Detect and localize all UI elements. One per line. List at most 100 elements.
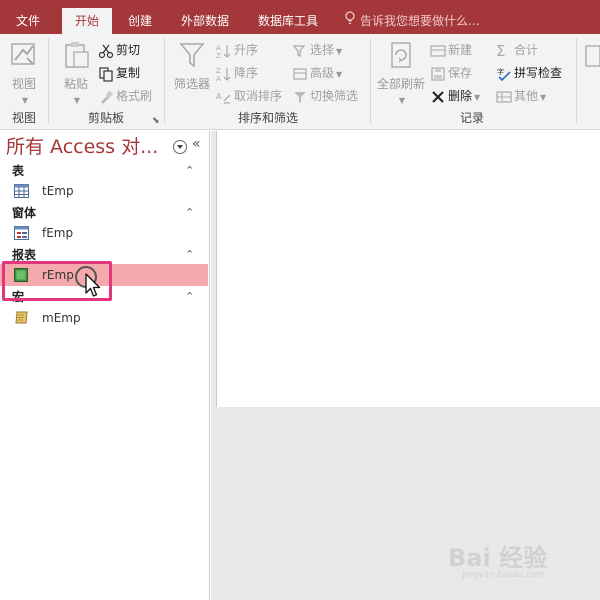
- svg-text:A: A: [216, 75, 221, 82]
- new-record-button[interactable]: 新建: [430, 40, 472, 60]
- sort-descending-icon: ZA: [216, 66, 232, 83]
- category-label: 宏: [12, 290, 25, 304]
- view-button[interactable]: 视图 ▼: [6, 40, 42, 106]
- save-record-button[interactable]: 保存: [430, 63, 472, 83]
- tab-home[interactable]: 开始: [62, 8, 112, 34]
- nav-item-remp[interactable]: rEmp: [0, 264, 208, 286]
- advanced-filter-icon: [292, 66, 308, 82]
- spelling-button[interactable]: 字 拼写检查: [496, 63, 562, 83]
- tab-database-tools[interactable]: 数据库工具: [248, 8, 328, 34]
- tell-me-search[interactable]: 告诉我您想要做什么...: [344, 8, 479, 34]
- advanced-filter-button[interactable]: 高级 ▼: [292, 63, 342, 83]
- chevron-up-icon: ⌃: [185, 206, 195, 219]
- group-label-view: 视图: [11, 111, 36, 125]
- nav-item-temp[interactable]: tEmp: [0, 180, 208, 202]
- nav-item-label: tEmp: [42, 184, 74, 198]
- clear-sort-label: 取消排序: [234, 89, 283, 103]
- refresh-icon: [391, 42, 411, 68]
- refresh-dropdown-icon: ▼: [398, 96, 406, 105]
- form-icon: [14, 226, 29, 240]
- spelling-check-icon: 字: [496, 66, 512, 82]
- sort-descending-button[interactable]: Z A 降序: [216, 63, 258, 83]
- navigation-pane: 所有 Access 对... « 表 ⌃ tEmp 窗体 ⌃ fEmp 报表 ⌃…: [0, 131, 210, 600]
- nav-pane-title[interactable]: 所有 Access 对...: [6, 135, 166, 159]
- category-label: 报表: [12, 248, 37, 262]
- watermark-main-text: Bai 经验: [448, 544, 548, 572]
- shutter-bar-collapse-icon[interactable]: «: [192, 136, 201, 152]
- selection-filter-label: 选择: [310, 43, 335, 57]
- tab-external-data[interactable]: 外部数据: [172, 8, 238, 34]
- cut-button[interactable]: 剪切: [98, 40, 140, 60]
- more-button[interactable]: 其他 ▼: [496, 86, 546, 106]
- format-painter-label: 格式刷: [116, 89, 153, 103]
- delete-dropdown-icon: ▼: [474, 93, 481, 102]
- more-label: 其他: [514, 89, 539, 103]
- delete-label: 删除: [448, 89, 473, 103]
- mouse-cursor-icon: [85, 273, 101, 297]
- toggle-filter-button[interactable]: 切换筛选: [292, 86, 358, 106]
- selection-dropdown-icon: ▼: [336, 47, 343, 56]
- spelling-label: 拼写检查: [514, 66, 563, 80]
- paste-label: 粘贴: [63, 77, 88, 91]
- clipboard-launcher-icon[interactable]: ⬊: [152, 116, 160, 126]
- advanced-filter-label: 高级: [310, 66, 335, 80]
- macro-scroll-icon: [15, 311, 28, 324]
- tab-file[interactable]: 文件: [6, 8, 50, 34]
- tab-create[interactable]: 创建: [118, 8, 162, 34]
- clear-sort-button[interactable]: A 取消排序: [216, 86, 282, 106]
- category-label: 表: [12, 164, 25, 178]
- paintbrush-icon: [98, 89, 114, 105]
- more-dropdown-icon: ▼: [540, 93, 547, 102]
- sort-descending-label: 降序: [234, 66, 259, 80]
- scissors-icon: [98, 43, 114, 59]
- format-painter-button[interactable]: 格式刷: [98, 86, 152, 106]
- binoculars-icon: [585, 45, 600, 67]
- report-icon: [14, 268, 28, 282]
- cut-label: 剪切: [116, 43, 141, 57]
- nav-category-forms[interactable]: 窗体 ⌃: [0, 203, 208, 223]
- group-separator: [48, 38, 49, 124]
- refresh-all-label: 全部刷新: [376, 77, 425, 91]
- group-separator: [164, 38, 165, 124]
- nav-category-tables[interactable]: 表 ⌃: [0, 161, 208, 181]
- filter-button[interactable]: 筛选器: [170, 40, 214, 92]
- svg-text:A: A: [216, 92, 222, 101]
- group-label-records: 记录: [459, 111, 484, 125]
- find-button-partial[interactable]: [582, 44, 600, 73]
- table-icon: [14, 184, 29, 198]
- nav-pane-menu-icon[interactable]: [173, 140, 187, 154]
- copy-button[interactable]: 复制: [98, 63, 140, 83]
- group-separator: [576, 38, 577, 124]
- svg-text:Z: Z: [216, 52, 221, 59]
- nav-item-femp[interactable]: fEmp: [0, 222, 208, 244]
- nav-item-label: rEmp: [42, 268, 74, 282]
- baidu-watermark: Bai 经验 jingyan.baidu.com: [448, 530, 578, 590]
- totals-label: 合计: [514, 43, 539, 57]
- nav-item-label: fEmp: [42, 226, 74, 240]
- new-record-icon: [430, 43, 446, 59]
- lightbulb-icon: [344, 9, 356, 35]
- group-separator: [370, 38, 371, 124]
- refresh-all-button[interactable]: 全部刷新 ▼: [374, 40, 428, 106]
- nav-item-memp[interactable]: mEmp: [0, 307, 208, 329]
- more-grid-icon: [496, 89, 512, 105]
- nav-category-reports[interactable]: 报表 ⌃: [0, 245, 208, 265]
- copy-icon: [98, 66, 114, 82]
- ribbon-home: 视图 ▼ 视图 粘贴 ▼ 剪切 复制 格式刷 剪贴板 ⬊ 筛选器 A Z 升序 ZA…: [0, 34, 600, 130]
- view-label: 视图: [11, 77, 36, 91]
- selection-filter-button[interactable]: 选择 ▼: [292, 40, 342, 60]
- copy-label: 复制: [116, 66, 141, 80]
- sort-ascending-button[interactable]: A Z 升序: [216, 40, 258, 60]
- paste-button[interactable]: 粘贴 ▼: [56, 40, 96, 106]
- tell-me-text: 告诉我您想要做什么...: [360, 14, 480, 28]
- svg-text:Z: Z: [216, 67, 221, 75]
- nav-category-macros[interactable]: 宏 ⌃: [0, 287, 208, 307]
- sigma-icon: Σ: [496, 41, 506, 60]
- toggle-filter-label: 切换筛选: [310, 89, 359, 103]
- save-icon: [430, 66, 446, 82]
- toggle-filter-icon: [292, 89, 308, 105]
- selection-filter-icon: [292, 43, 308, 59]
- delete-record-button[interactable]: 删除 ▼: [430, 86, 480, 106]
- document-canvas: [216, 131, 600, 407]
- totals-button[interactable]: Σ 合计: [496, 40, 538, 60]
